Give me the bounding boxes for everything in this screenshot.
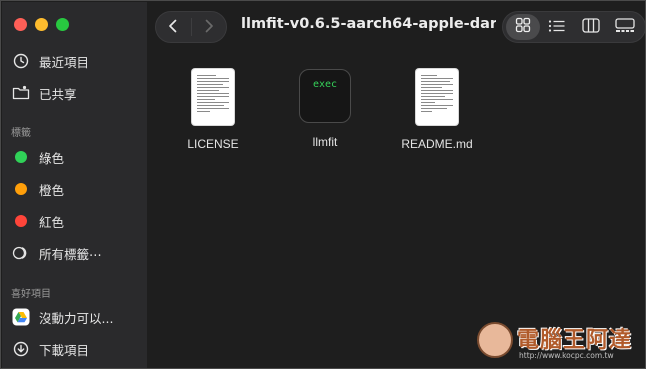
forward-button[interactable]	[191, 12, 226, 42]
shared-folder-icon	[12, 84, 30, 102]
sidebar-item-label: 橙色	[39, 182, 65, 198]
sidebar-item-label: 所有標籤⋯	[39, 246, 102, 262]
sidebar-item-label: 最近項目	[39, 54, 90, 70]
terminal-exec-icon: exec	[299, 69, 351, 123]
watermark: 電腦王阿達 http://www.kocpc.com.tw	[477, 320, 645, 364]
document-icon	[416, 69, 458, 125]
window-controls	[14, 18, 69, 31]
sidebar: 最近項目 已共享 標籤 綠色 橙色 紅色 所有標籤⋯ 喜好項目 沒動力可以...…	[2, 2, 147, 368]
sidebar-item-label: 沒動力可以...	[39, 310, 114, 326]
finder-window: 最近項目 已共享 標籤 綠色 橙色 紅色 所有標籤⋯ 喜好項目 沒動力可以...…	[0, 0, 646, 369]
file-item-license[interactable]: LICENSE	[168, 69, 258, 151]
file-name: llmfit	[312, 135, 338, 149]
close-window-button[interactable]	[14, 18, 27, 31]
download-icon	[12, 340, 30, 358]
favorites-section-header: 喜好項目	[11, 289, 51, 300]
sidebar-item-label: 已共享	[39, 86, 77, 102]
sidebar-item-label: 紅色	[39, 214, 65, 230]
tag-color-icon	[12, 148, 30, 166]
main-content: llmfit-v0.6.5-aarch64-apple-dar... LICEN…	[147, 2, 645, 368]
sidebar-item-all-tags[interactable]: 所有標籤⋯	[12, 242, 102, 264]
toolbar: llmfit-v0.6.5-aarch64-apple-dar...	[147, 2, 645, 50]
tag-color-icon	[12, 212, 30, 230]
grid-icon	[515, 17, 531, 37]
exec-badge: exec	[312, 79, 338, 90]
file-name: README.md	[401, 137, 473, 151]
icon-view-button[interactable]	[506, 14, 540, 40]
sidebar-item-downloads[interactable]: 下載項目	[12, 338, 89, 360]
tags-section-header: 標籤	[11, 128, 31, 139]
list-icon	[548, 18, 566, 37]
sidebar-item-shared[interactable]: 已共享	[12, 82, 77, 104]
list-view-button[interactable]	[540, 14, 574, 40]
columns-icon	[582, 17, 600, 37]
sidebar-item-label: 綠色	[39, 150, 65, 166]
chevron-left-icon	[168, 18, 178, 37]
gallery-view-button[interactable]	[608, 14, 642, 40]
file-item-readme[interactable]: README.md	[392, 69, 482, 151]
minimize-window-button[interactable]	[35, 18, 48, 31]
sidebar-item-tag-green[interactable]: 綠色	[12, 146, 64, 168]
sidebar-item-tag-red[interactable]: 紅色	[12, 210, 64, 232]
watermark-url: http://www.kocpc.com.tw	[519, 351, 614, 360]
view-mode-switcher	[502, 11, 645, 43]
document-icon	[192, 69, 234, 125]
sidebar-item-tag-orange[interactable]: 橙色	[12, 178, 64, 200]
all-tags-icon	[12, 244, 30, 262]
file-item-llmfit[interactable]: exec llmfit	[280, 69, 370, 149]
watermark-text: 電腦王阿達	[517, 327, 633, 353]
window-title: llmfit-v0.6.5-aarch64-apple-dar...	[241, 16, 496, 32]
sidebar-item-label: 下載項目	[39, 342, 90, 358]
sidebar-item-recents[interactable]: 最近項目	[12, 50, 89, 72]
navigation-buttons	[155, 11, 227, 43]
gallery-icon	[615, 17, 635, 37]
google-drive-icon	[12, 308, 30, 326]
file-name: LICENSE	[187, 137, 239, 151]
chevron-right-icon	[204, 18, 214, 37]
back-button[interactable]	[156, 12, 191, 42]
column-view-button[interactable]	[574, 14, 608, 40]
tag-color-icon	[12, 180, 30, 198]
sidebar-item-google-drive[interactable]: 沒動力可以...	[12, 306, 113, 328]
zoom-window-button[interactable]	[56, 18, 69, 31]
mascot-face-icon	[477, 322, 513, 358]
clock-icon	[12, 52, 30, 70]
